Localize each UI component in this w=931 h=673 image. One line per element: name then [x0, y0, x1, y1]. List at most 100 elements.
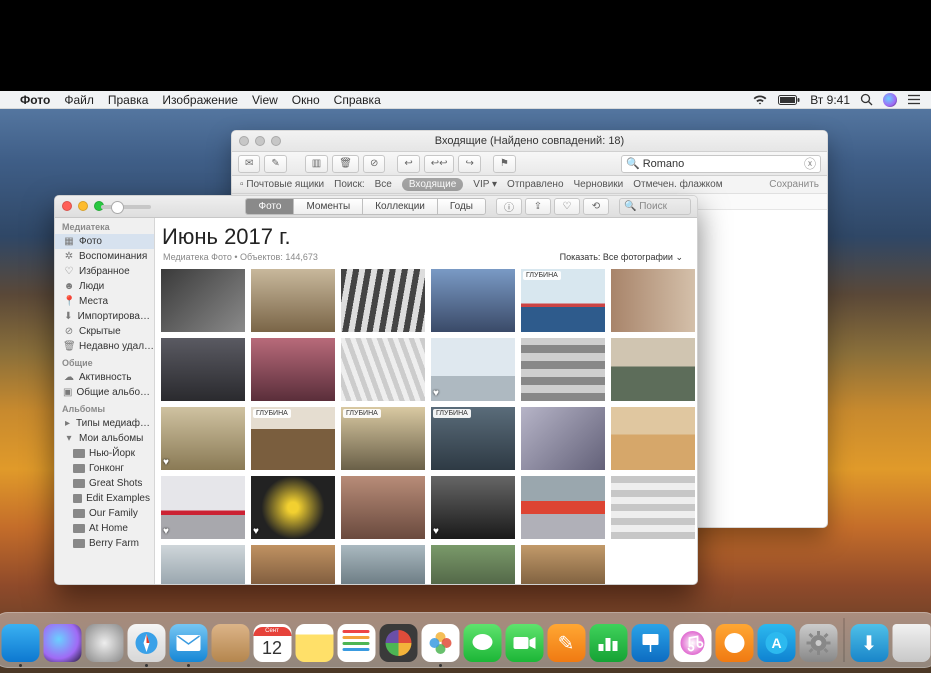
dock-app-appstore[interactable]: A [757, 624, 795, 662]
dock-app-calendar[interactable]: Сент12 [253, 624, 291, 662]
sidebar-item-shared-albums[interactable]: ▣Общие альбо… [55, 385, 154, 400]
archive-button[interactable]: ▥ [305, 155, 328, 173]
dock-app-preferences[interactable] [799, 624, 837, 662]
sidebar-album-item[interactable]: Our Family [55, 506, 154, 521]
battery-icon[interactable] [778, 95, 800, 105]
photo-thumbnail[interactable] [431, 269, 515, 332]
sidebar-album-item[interactable]: Great Shots [55, 476, 154, 491]
mail-titlebar[interactable]: Входящие (Найдено совпадений: 18) [232, 131, 827, 152]
dock-trash[interactable] [892, 624, 930, 662]
menubar-edit[interactable]: Правка [108, 93, 149, 107]
photos-window[interactable]: Фото Моменты Коллекции Годы ⓘ ⇪ ♡ ⟲ 🔍 По… [54, 195, 698, 585]
menubar-window[interactable]: Окно [292, 93, 320, 107]
photo-thumbnail[interactable]: ГЛУБИНА [521, 269, 605, 332]
show-filter[interactable]: Показать: Все фотографии ⌄ [560, 252, 683, 263]
sidebar-item-imports[interactable]: ⬇Импортирова… [55, 309, 154, 324]
menubar-file[interactable]: Файл [64, 93, 94, 107]
view-years[interactable]: Годы [438, 199, 485, 214]
dock-app-keynote[interactable] [631, 624, 669, 662]
rotate-button[interactable]: ⟲ [583, 198, 609, 215]
photo-thumbnail[interactable] [521, 476, 605, 539]
dock-app-dashboard[interactable] [379, 624, 417, 662]
photo-thumbnail[interactable] [341, 545, 425, 584]
sidebar-item-people[interactable]: ☻Люди [55, 279, 154, 294]
mailboxes-toggle[interactable]: ▫ Почтовые ящики [240, 179, 324, 190]
photo-thumbnail[interactable] [611, 338, 695, 401]
sidebar-album-item[interactable]: Гонконг [55, 461, 154, 476]
photo-thumbnail[interactable] [521, 545, 605, 584]
menubar-image[interactable]: Изображение [162, 93, 238, 107]
minimize-icon[interactable] [78, 201, 88, 211]
photo-thumbnail[interactable] [611, 407, 695, 470]
photo-thumbnail[interactable] [161, 545, 245, 584]
dock-app-facetime[interactable] [505, 624, 543, 662]
photo-thumbnail[interactable]: ♥ [161, 407, 245, 470]
sidebar-item-favorites[interactable]: ♡Избранное [55, 264, 154, 279]
minimize-icon[interactable] [255, 136, 265, 146]
sidebar-item-recently-deleted[interactable]: 🗑Недавно удал… [55, 339, 154, 354]
dock-app-mail[interactable] [169, 624, 207, 662]
photo-thumbnail[interactable] [161, 338, 245, 401]
sidebar-item-places[interactable]: 📍Места [55, 294, 154, 309]
dock-app-safari[interactable] [127, 624, 165, 662]
photos-titlebar[interactable]: Фото Моменты Коллекции Годы ⓘ ⇪ ♡ ⟲ 🔍 По… [55, 196, 697, 218]
sidebar-item-photos[interactable]: ▦Фото [55, 234, 154, 249]
photo-thumbnail[interactable]: ГЛУБИНА [251, 407, 335, 470]
close-icon[interactable] [62, 201, 72, 211]
spotlight-icon[interactable] [860, 93, 873, 106]
compose-button[interactable]: ✎ [264, 155, 286, 173]
photo-thumbnail[interactable] [341, 338, 425, 401]
photo-thumbnail[interactable] [341, 476, 425, 539]
view-photos[interactable]: Фото [246, 199, 294, 214]
dock-downloads[interactable]: ⬇ [850, 624, 888, 662]
photos-traffic-lights[interactable] [62, 201, 104, 211]
dock-app-notes[interactable] [295, 624, 333, 662]
photo-thumbnail[interactable] [521, 338, 605, 401]
close-icon[interactable] [239, 136, 249, 146]
sidebar-item-activity[interactable]: ☁Активность [55, 370, 154, 385]
sidebar-item-memories[interactable]: ✲Воспоминания [55, 249, 154, 264]
favorite-button[interactable]: ♡ [554, 198, 580, 215]
dock-app-ibooks[interactable] [715, 624, 753, 662]
scope-sent[interactable]: Отправлено [507, 179, 563, 190]
photo-thumbnail[interactable]: ♥ [161, 476, 245, 539]
dock-app-reminders[interactable] [337, 624, 375, 662]
view-segmented-control[interactable]: Фото Моменты Коллекции Годы [245, 198, 486, 215]
photo-thumbnail[interactable] [431, 545, 515, 584]
photo-thumbnail[interactable] [341, 269, 425, 332]
view-moments[interactable]: Моменты [294, 199, 363, 214]
view-collections[interactable]: Коллекции [363, 199, 438, 214]
siri-icon[interactable] [883, 93, 897, 107]
mail-search-field[interactable]: 🔍 Romano ⓧ [621, 155, 821, 173]
photo-thumbnail[interactable] [251, 269, 335, 332]
sidebar-album-item[interactable]: At Home [55, 521, 154, 536]
dock-app-launchpad[interactable] [85, 624, 123, 662]
forward-button[interactable]: ↪ [458, 155, 480, 173]
menubar-view[interactable]: View [252, 93, 278, 107]
junk-button[interactable]: ⊘ [363, 155, 385, 173]
photo-thumbnail[interactable]: ГЛУБИНА [431, 407, 515, 470]
menubar-clock[interactable]: Вт 9:41 [810, 93, 850, 107]
dock-app-siri[interactable] [43, 624, 81, 662]
photo-thumbnail[interactable]: ♥ [431, 338, 515, 401]
photo-thumbnail[interactable] [521, 407, 605, 470]
notification-center-icon[interactable] [907, 94, 921, 105]
scope-drafts[interactable]: Черновики [574, 179, 624, 190]
photo-thumbnail[interactable]: ♥ [431, 476, 515, 539]
dock-app-contacts[interactable] [211, 624, 249, 662]
save-search-button[interactable]: Сохранить [769, 179, 819, 190]
sidebar-item-my-albums[interactable]: ▾Мои альбомы [55, 431, 154, 446]
dock-app-finder[interactable] [1, 624, 39, 662]
dock-app-numbers[interactable] [589, 624, 627, 662]
zoom-icon[interactable] [271, 136, 281, 146]
menubar-help[interactable]: Справка [334, 93, 381, 107]
photo-thumbnail[interactable] [611, 476, 695, 539]
photo-thumbnail[interactable] [161, 269, 245, 332]
photo-thumbnail[interactable] [611, 269, 695, 332]
sidebar-album-item[interactable]: Berry Farm [55, 536, 154, 551]
clear-search-icon[interactable]: ⓧ [804, 155, 816, 172]
scope-vip[interactable]: VIP ▾ [473, 179, 497, 190]
photos-search-field[interactable]: 🔍 Поиск [619, 198, 691, 215]
delete-button[interactable]: 🗑 [332, 155, 359, 173]
dock-app-messages[interactable] [463, 624, 501, 662]
